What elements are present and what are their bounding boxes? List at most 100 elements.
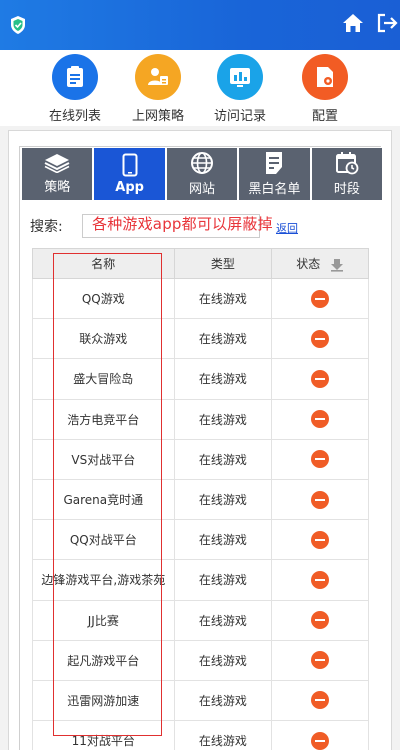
tab-app[interactable]: App: [94, 148, 167, 200]
quick-action-label: 在线列表: [48, 109, 101, 124]
app-type-cell: 在线游戏: [173, 438, 273, 480]
app-name-cell: 迅雷网游加速: [32, 679, 175, 722]
app-type-cell: 在线游戏: [173, 720, 273, 750]
column-header-status-label: 状态: [296, 257, 321, 271]
block-toggle-icon[interactable]: [311, 450, 330, 469]
block-toggle-icon[interactable]: [311, 369, 330, 388]
block-toggle-icon[interactable]: [311, 570, 330, 589]
app-name-cell: QQ对战平台: [32, 519, 175, 561]
home-icon[interactable]: [342, 13, 364, 33]
table-row: Garena竞时通 在线游戏: [32, 478, 369, 521]
quick-action-config[interactable]: 配置: [290, 54, 360, 124]
table-row: 浩方电竞平台 在线游戏: [32, 398, 369, 440]
status-cell: [271, 559, 369, 601]
tab-label: 时段: [333, 182, 360, 197]
column-header-type: 类型: [173, 248, 273, 279]
tab-blackwhite-list[interactable]: 黑白名单: [239, 148, 312, 200]
quick-action-policy[interactable]: 上网策略: [123, 54, 193, 124]
tab-label: 黑白名单: [248, 182, 301, 197]
tab-label: App: [115, 180, 144, 195]
tab-website[interactable]: 网站: [166, 148, 240, 200]
table-row: QQ对战平台 在线游戏: [32, 519, 369, 561]
table-row: 迅雷网游加速 在线游戏: [32, 679, 369, 722]
logout-icon[interactable]: [376, 13, 398, 33]
table-header-row: 名称 类型 状态: [32, 248, 369, 279]
status-cell: [271, 720, 369, 750]
table-row: VS对战平台 在线游戏: [32, 438, 369, 480]
app-name-cell: 浩方电竞平台: [32, 398, 175, 440]
table-row: 联众游戏 在线游戏: [32, 318, 369, 360]
search-label: 搜索:: [30, 219, 63, 235]
app-name-cell: 联众游戏: [32, 318, 175, 360]
app-name-cell: VS对战平台: [32, 438, 175, 480]
chart-icon: [217, 54, 263, 100]
layers-icon: [44, 154, 70, 173]
app-table: 名称 类型 状态 QQ游戏 在线游戏 联众游戏 在线游戏 盛大冒险岛 在线游戏 浩方电竞平台…: [32, 248, 369, 750]
table-row: QQ游戏 在线游戏: [32, 277, 369, 320]
app-type-cell: 在线游戏: [173, 358, 273, 400]
app-name-cell: 起凡游戏平台: [32, 639, 175, 681]
block-toggle-icon[interactable]: [311, 530, 330, 549]
app-type-cell: 在线游戏: [173, 398, 273, 440]
tab-label: 网站: [189, 182, 216, 197]
quick-action-access-log[interactable]: 访问记录: [205, 54, 275, 124]
app-name-cell: Garena竞时通: [32, 478, 175, 521]
status-cell: [271, 318, 369, 360]
status-cell: [271, 438, 369, 480]
column-header-status[interactable]: 状态: [271, 248, 369, 279]
table-row: 起凡游戏平台 在线游戏: [32, 639, 369, 681]
app-name-cell: 盛大冒险岛: [32, 358, 175, 400]
quick-action-label: 配置: [311, 109, 338, 124]
quick-actions-bar: 在线列表 上网策略 访问记录 配置: [0, 50, 400, 126]
quick-action-label: 上网策略: [131, 109, 184, 124]
status-cell: [271, 679, 369, 722]
tab-bar: 策略 App 网站 黑白名单 时段: [22, 148, 383, 200]
back-link[interactable]: 返回: [276, 220, 298, 236]
app-type-cell: 在线游戏: [173, 679, 273, 722]
table-row: JJ比赛 在线游戏: [32, 599, 369, 641]
app-name-cell: JJ比赛: [32, 599, 175, 641]
app-type-cell: 在线游戏: [173, 478, 273, 521]
app-name-cell: QQ游戏: [32, 277, 175, 320]
status-cell: [271, 519, 369, 561]
calendar-clock-icon: [335, 152, 359, 175]
block-toggle-icon[interactable]: [311, 289, 330, 308]
app-type-cell: 在线游戏: [173, 639, 273, 681]
annotation-text: 各种游戏app都可以屏蔽掉: [92, 215, 273, 233]
status-cell: [271, 599, 369, 641]
clipboard-icon: [52, 54, 98, 100]
top-bar: [0, 0, 400, 50]
quick-action-label: 访问记录: [213, 109, 266, 124]
table-row: 11对战平台 在线游戏: [32, 720, 369, 750]
block-toggle-icon[interactable]: [311, 611, 330, 630]
block-toggle-icon[interactable]: [311, 691, 330, 710]
tab-label: 策略: [44, 180, 71, 195]
app-type-cell: 在线游戏: [173, 277, 273, 320]
column-header-name: 名称: [32, 248, 175, 279]
phone-icon: [122, 153, 138, 177]
table-row: 边锋游戏平台,游戏茶苑 在线游戏: [32, 559, 369, 601]
app-type-cell: 在线游戏: [173, 519, 273, 561]
app-type-cell: 在线游戏: [173, 318, 273, 360]
app-name-cell: 11对战平台: [32, 720, 175, 750]
list-doc-icon: [266, 152, 283, 174]
block-toggle-icon[interactable]: [311, 651, 330, 670]
block-toggle-icon[interactable]: [311, 329, 330, 348]
download-arrow-icon[interactable]: [330, 258, 344, 272]
app-type-cell: 在线游戏: [173, 559, 273, 601]
quick-action-online-list[interactable]: 在线列表: [40, 54, 110, 124]
table-row: 盛大冒险岛 在线游戏: [32, 358, 369, 400]
shield-icon: [11, 16, 25, 34]
tab-time-period[interactable]: 时段: [311, 148, 383, 200]
tab-policy[interactable]: 策略: [22, 148, 95, 200]
app-name-cell: 边锋游戏平台,游戏茶苑: [32, 559, 175, 601]
globe-icon: [191, 152, 214, 174]
status-cell: [271, 358, 369, 400]
status-cell: [271, 478, 369, 521]
settings-doc-icon: [302, 54, 348, 100]
user-policy-icon: [135, 54, 181, 100]
block-toggle-icon[interactable]: [311, 731, 330, 750]
status-cell: [271, 639, 369, 681]
block-toggle-icon[interactable]: [311, 410, 330, 429]
block-toggle-icon[interactable]: [311, 490, 330, 509]
